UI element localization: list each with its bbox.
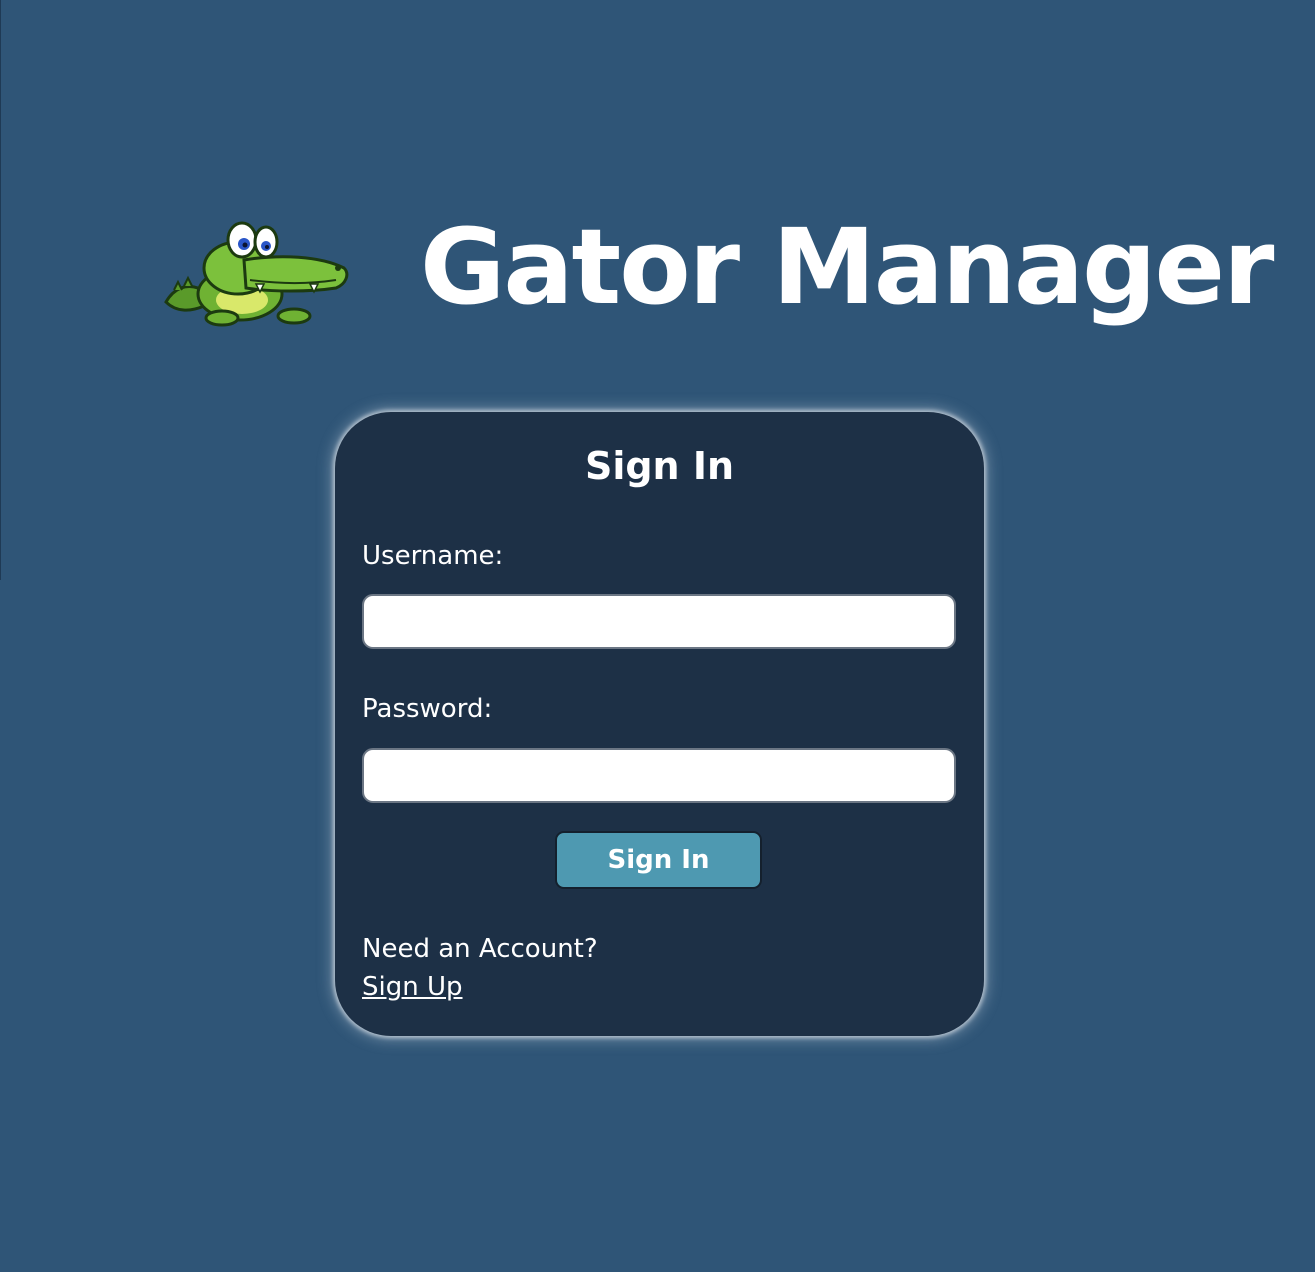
account-prompt: Need an Account?: [362, 934, 598, 964]
sign-up-link[interactable]: Sign Up: [362, 971, 463, 1005]
username-input[interactable]: [362, 594, 956, 649]
password-label: Password:: [362, 694, 493, 724]
sign-in-heading: Sign In: [584, 444, 735, 488]
username-label: Username:: [362, 541, 504, 571]
sign-in-card: Sign In Username: Password: Sign In Need…: [335, 412, 984, 1036]
sign-in-button[interactable]: Sign In: [555, 831, 762, 889]
app-header: Gator Manager: [0, 0, 1315, 380]
app-title: Gator Manager: [420, 206, 1274, 328]
password-input[interactable]: [362, 748, 956, 803]
gator-mascot-icon: [164, 221, 349, 327]
